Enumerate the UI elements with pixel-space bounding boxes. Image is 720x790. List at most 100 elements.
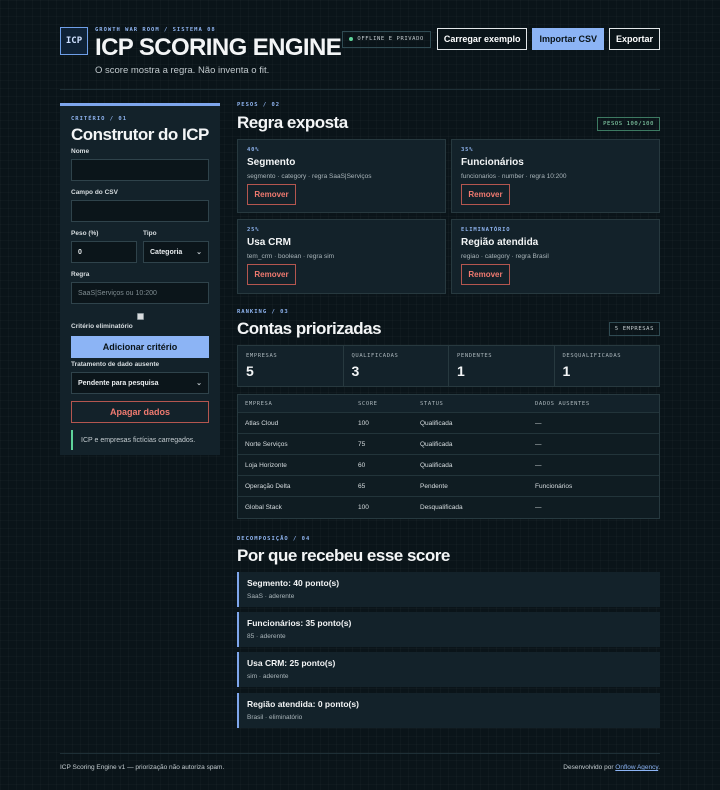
footer-divider [60,753,660,754]
breakdown-title: Usa CRM: 25 ponto(s) [247,658,336,668]
criterion-meta: regiao · category · regra Brasil [461,253,549,260]
criterion-name: Funcionários [461,157,524,168]
add-criterion-button[interactable]: Adicionar critério [71,336,209,358]
criterion-name: Segmento [247,157,296,168]
score-breakdown-item: Funcionários: 35 ponto(s) 85 · aderente [237,612,660,647]
weight-input[interactable]: 0 [71,241,137,263]
table-row[interactable]: Norte Serviços 75 Qualificada — [238,434,659,455]
criterion-meta: funcionarios · number · regra 10:200 [461,173,567,180]
stat-label: PENDENTES [457,353,493,359]
footer-note: ICP Scoring Engine v1 — priorização não … [60,764,225,771]
breakdown-detail: Brasil · eliminatório [247,714,303,721]
stat-disqualified: DESQUALIFICADAS 1 [555,346,660,386]
cell-missing: — [535,504,542,511]
stat-label: DESQUALIFICADAS [562,353,622,359]
table-row[interactable]: Atlas Cloud 100 Qualificada — [238,413,659,434]
stat-label: EMPRESAS [246,353,278,359]
offline-badge: OFFLINE E PRIVADO [342,30,431,48]
page-subtitle: O score mostra a regra. Não inventa o fi… [95,65,270,76]
export-button[interactable]: Exportar [608,28,660,50]
weight-label: Peso (%) [71,230,99,237]
cell-company: Atlas Cloud [245,419,279,427]
cell-missing: — [535,461,542,469]
column-header: EMPRESA [245,400,273,407]
criterion-card: ELIMINATÓRIO Região atendida regiao · ca… [451,219,660,294]
table-row[interactable]: Loja Horizonte 60 Qualificada — [238,455,659,476]
type-group: Tipo Categoria ⌄ [143,230,209,263]
remove-criterion-button[interactable]: Remover [461,264,510,285]
table-header: EMPRESA SCORE STATUS DADOS AUSENTES [238,395,659,413]
type-select[interactable]: Categoria ⌄ [143,241,209,263]
cell-status: Qualificada [420,440,453,448]
cell-score: 100 [358,419,369,427]
import-csv-button[interactable]: Importar CSV [532,28,604,50]
criterion-card: 25% Usa CRM tem_crm · boolean · regra si… [237,219,446,294]
eliminatory-checkbox-wrap [71,313,209,320]
csv-field-input[interactable] [71,200,209,222]
header-divider [60,89,660,90]
stat-value: 1 [562,363,571,379]
chevron-down-icon: ⌄ [196,380,202,387]
cell-company: Loja Horizonte [245,461,287,469]
sidebar-title: Construtor do ICP [71,125,209,144]
cell-score: 65 [358,482,366,490]
criterion-weight: 40% [247,147,260,153]
footer: ICP Scoring Engine v1 — priorização não … [60,764,660,771]
breakdown-title: Região atendida: 0 ponto(s) [247,699,359,709]
icp-builder-panel: CRITÉRIO / 01 Construtor do ICP Nome Cam… [60,103,220,455]
logo: ICP [60,27,88,55]
criterion-meta: segmento · category · regra SaaS|Serviço… [247,173,372,180]
status-dot-icon [349,37,354,41]
page-title: ICP SCORING ENGINE [95,34,342,61]
remove-criterion-button[interactable]: Remover [461,184,510,205]
footer-credit-suffix: . [658,764,660,771]
criterion-weight: 35% [461,147,474,153]
ranking-table: EMPRESA SCORE STATUS DADOS AUSENTES Atla… [237,394,660,519]
breakdown-detail: 85 · aderente [247,633,286,640]
cell-missing: Funcionários [535,482,573,490]
breakdown-detail: sim · aderente [247,673,289,680]
criterion-name: Região atendida [461,237,539,248]
cell-status: Desqualificada [420,504,463,511]
status-message: ICP e empresas fictícias carregados. [71,430,209,450]
score-breakdown-item: Usa CRM: 25 ponto(s) sim · aderente [237,652,660,687]
header-eyebrow: GROWTH WAR ROOM / SISTEMA 08 [95,27,216,33]
weights-total-badge: PESOS 100/100 [597,117,660,131]
chevron-down-icon: ⌄ [196,249,202,256]
weights-eyebrow: PESOS / 02 [237,102,281,108]
stat-label: QUALIFICADAS [351,353,399,359]
csv-field-label: Campo do CSV [71,189,118,196]
criterion-card: 35% Funcionários funcionarios · number ·… [451,139,660,213]
rule-input[interactable]: SaaS|Serviços ou 10:200 [71,282,209,304]
column-header: STATUS [420,400,444,407]
name-input[interactable] [71,159,209,181]
criterion-weight: ELIMINATÓRIO [461,227,511,233]
remove-criterion-button[interactable]: Remover [247,264,296,285]
header-actions: OFFLINE E PRIVADO Carregar exemplo Impor… [342,28,660,50]
footer-credit-prefix: Desenvolvido por [563,764,616,771]
breakdown-title: Funcionários: 35 ponto(s) [247,618,352,628]
breakdown-title: Segmento: 40 ponto(s) [247,578,340,588]
stat-value: 1 [457,363,465,379]
cell-status: Qualificada [420,461,453,469]
cell-status: Qualificada [420,419,453,427]
cell-missing: — [535,419,542,427]
eliminatory-checkbox[interactable] [136,313,144,320]
stat-value: 5 [246,363,254,379]
offline-badge-label: OFFLINE E PRIVADO [357,36,424,42]
table-row[interactable]: Global Stack 100 Desqualificada — [238,497,659,518]
table-row[interactable]: Operação Delta 65 Pendente Funcionários [238,476,659,497]
weights-title: Regra exposta [237,113,348,132]
ranking-title: Contas priorizadas [237,319,382,338]
app-header: ICP GROWTH WAR ROOM / SISTEMA 08 ICP SCO… [60,27,660,76]
clear-data-button[interactable]: Apagar dados [71,401,209,423]
score-breakdown-item: Região atendida: 0 ponto(s) Brasil · eli… [237,693,660,728]
cell-status: Pendente [420,482,448,490]
remove-criterion-button[interactable]: Remover [247,184,296,205]
agency-link[interactable]: Onflow Agency [615,764,658,771]
cell-company: Norte Serviços [245,440,288,448]
cell-score: 75 [358,440,366,448]
column-header: SCORE [358,400,378,407]
missing-data-select[interactable]: Pendente para pesquisa ⌄ [71,372,209,394]
load-example-button[interactable]: Carregar exemplo [436,28,528,50]
